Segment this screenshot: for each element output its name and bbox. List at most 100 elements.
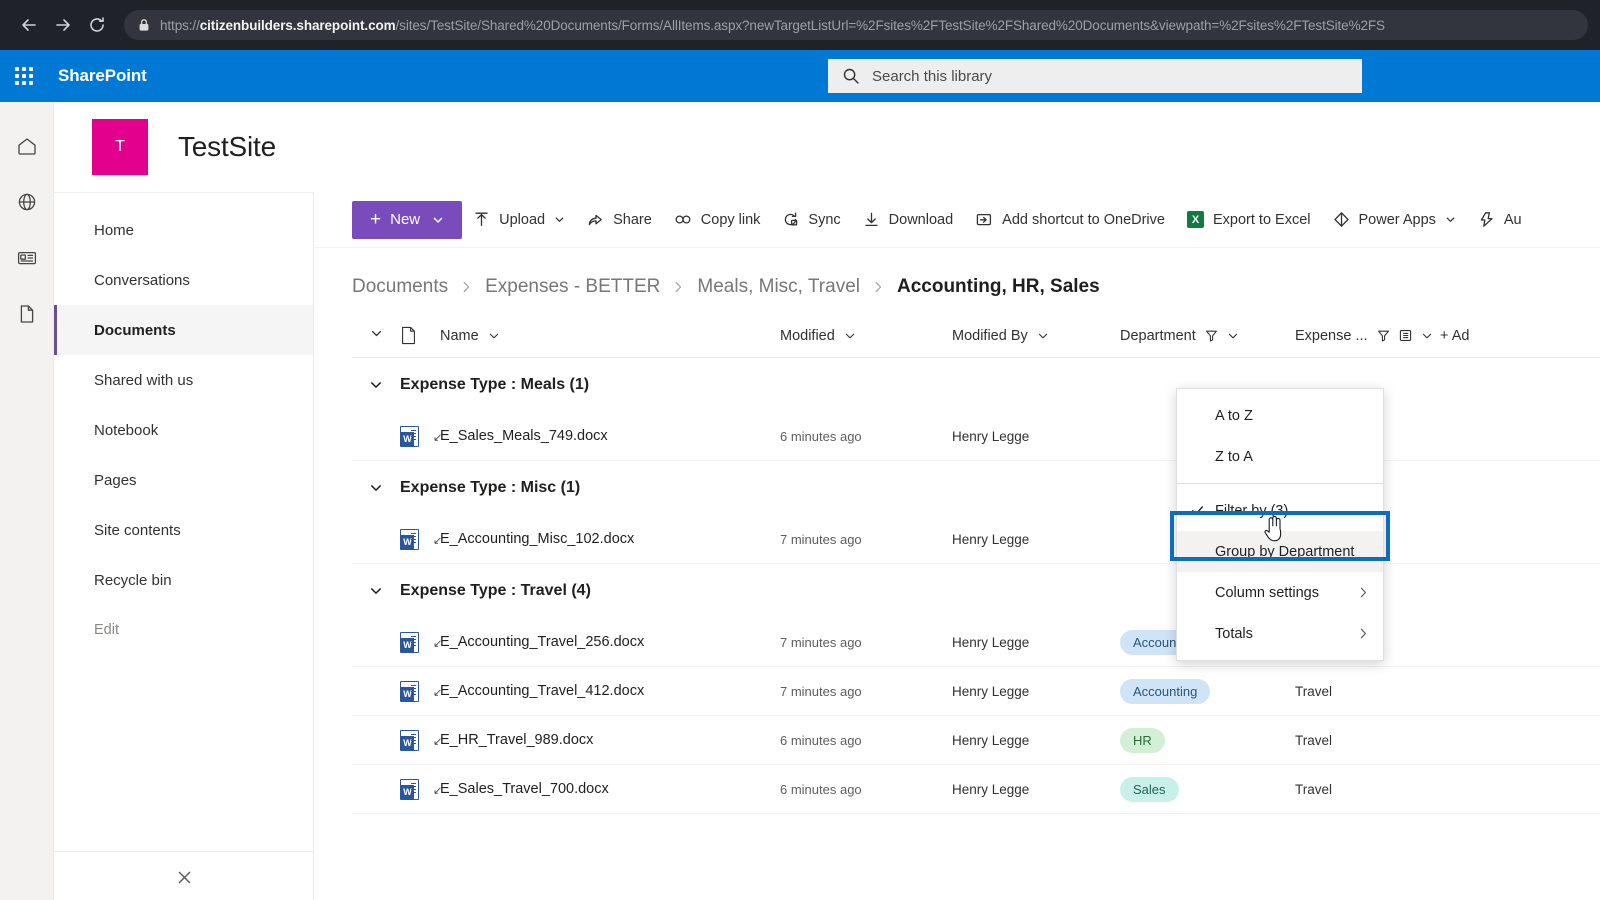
menu-item-a-to-z[interactable]: A to Z: [1177, 395, 1383, 436]
sidebar-item-label: Home: [94, 222, 134, 239]
chevron-down-icon[interactable]: [352, 584, 400, 598]
close-icon[interactable]: [54, 869, 314, 886]
shortcut-arrow-icon: ↙: [433, 637, 442, 650]
chevron-down-icon[interactable]: [352, 481, 400, 495]
sidebar-item-recycle-bin[interactable]: Recycle bin: [54, 555, 313, 605]
sidebar-item-notebook[interactable]: Notebook: [54, 405, 313, 455]
file-name: E_Accounting_Travel_256.docx: [440, 634, 644, 650]
column-header-department[interactable]: Department: [1120, 328, 1295, 344]
new-button[interactable]: + New: [352, 201, 462, 239]
url-bar[interactable]: https://citizenbuilders.sharepoint.com/s…: [124, 10, 1588, 40]
status-badge: HR: [1120, 728, 1165, 753]
chevron-down-icon[interactable]: [352, 378, 400, 392]
power-apps-button[interactable]: Power Apps: [1322, 200, 1467, 240]
group-header-row[interactable]: Expense Type : Meals (1): [352, 358, 1600, 412]
modified-cell: 6 minutes ago: [780, 782, 952, 797]
sidebar-item-shared-with-us[interactable]: Shared with us: [54, 355, 313, 405]
sidebar-item-pages[interactable]: Pages: [54, 455, 313, 505]
sidebar-edit-button[interactable]: Edit: [54, 605, 313, 655]
group-header-row[interactable]: Expense Type : Travel (4): [352, 564, 1600, 618]
breadcrumb-item-expenses[interactable]: Expenses - BETTER: [485, 276, 660, 298]
forward-arrow-icon[interactable]: [46, 8, 80, 42]
breadcrumb: Documents Expenses - BETTER Meals, Misc,…: [314, 248, 1600, 314]
automate-button[interactable]: Au: [1467, 200, 1533, 240]
back-arrow-icon[interactable]: [12, 8, 46, 42]
app-launcher-icon[interactable]: [0, 50, 48, 102]
automate-label: Au: [1504, 212, 1522, 228]
column-header-modified[interactable]: Modified: [780, 328, 952, 344]
news-icon[interactable]: [0, 230, 54, 286]
add-shortcut-label: Add shortcut to OneDrive: [1002, 212, 1165, 228]
download-button[interactable]: Download: [852, 200, 965, 240]
table-row[interactable]: ↙ E_Accounting_Misc_102.docx 7 minutes a…: [352, 515, 1600, 564]
file-name-cell[interactable]: ↙ E_Sales_Meals_749.docx: [440, 428, 780, 444]
main-content: + New Upload Share Copy link: [314, 192, 1600, 900]
share-label: Share: [613, 212, 652, 228]
menu-item-z-to-a[interactable]: Z to A: [1177, 436, 1383, 477]
upload-button[interactable]: Upload: [462, 200, 576, 240]
search-box[interactable]: [828, 59, 1362, 93]
chevron-down-icon: [370, 327, 383, 344]
table-row[interactable]: ↙ E_HR_Travel_989.docx 6 minutes ago Hen…: [352, 716, 1600, 765]
url-scheme: https://: [160, 18, 200, 33]
file-name: E_Accounting_Travel_412.docx: [440, 683, 644, 699]
new-button-label: New: [390, 211, 420, 228]
export-to-excel-button[interactable]: X Export to Excel: [1176, 200, 1322, 240]
sidebar-item-label: Pages: [94, 472, 137, 489]
table-row[interactable]: ↙ E_Sales_Meals_749.docx 6 minutes ago H…: [352, 412, 1600, 461]
sidebar-item-conversations[interactable]: Conversations: [54, 255, 313, 305]
modified-by-cell: Henry Legge: [952, 532, 1120, 547]
home-icon[interactable]: [0, 118, 54, 174]
file-name-cell[interactable]: ↙ E_HR_Travel_989.docx: [440, 732, 780, 748]
filter-icon: [1377, 329, 1390, 342]
expand-all-toggle[interactable]: [352, 327, 400, 344]
page-title[interactable]: TestSite: [178, 131, 276, 163]
expense-type-cell: Travel: [1295, 733, 1440, 748]
sharepoint-brand[interactable]: SharePoint: [58, 66, 147, 86]
file-name-cell[interactable]: ↙ E_Sales_Travel_700.docx: [440, 781, 780, 797]
file-name: E_Sales_Meals_749.docx: [440, 428, 608, 444]
share-button[interactable]: Share: [576, 200, 663, 240]
modified-by-cell: Henry Legge: [952, 684, 1120, 699]
sidebar-item-label: Recycle bin: [94, 572, 172, 589]
upload-icon: [473, 211, 490, 228]
globe-icon[interactable]: [0, 174, 54, 230]
copy-link-label: Copy link: [701, 212, 761, 228]
column-header-expense-type[interactable]: Expense ...: [1295, 328, 1440, 344]
file-name-cell[interactable]: ↙ E_Accounting_Travel_412.docx: [440, 683, 780, 699]
file-type-icon[interactable]: [400, 326, 440, 345]
checkmark-icon: [1190, 503, 1205, 518]
power-apps-label: Power Apps: [1359, 212, 1436, 228]
shortcut-arrow-icon: ↙: [433, 431, 442, 444]
breadcrumb-item-meals-misc-travel[interactable]: Meals, Misc, Travel: [697, 276, 860, 298]
sidebar-item-home[interactable]: Home: [54, 205, 313, 255]
chevron-down-icon: [488, 330, 500, 342]
menu-item-totals[interactable]: Totals: [1177, 613, 1383, 654]
group-header-row[interactable]: Expense Type : Misc (1): [352, 461, 1600, 515]
plus-icon: +: [370, 210, 381, 229]
reload-icon[interactable]: [80, 8, 114, 42]
table-row[interactable]: ↙ E_Accounting_Travel_256.docx 7 minutes…: [352, 618, 1600, 667]
table-row[interactable]: ↙ E_Accounting_Travel_412.docx 7 minutes…: [352, 667, 1600, 716]
file-name-cell[interactable]: ↙ E_Accounting_Travel_256.docx: [440, 634, 780, 650]
sync-button[interactable]: Sync: [771, 200, 851, 240]
add-column-button[interactable]: + Ad: [1440, 328, 1560, 344]
file-name: E_Sales_Travel_700.docx: [440, 781, 609, 797]
chevron-right-icon: [1358, 627, 1369, 640]
sidebar-item-documents[interactable]: Documents: [54, 305, 313, 355]
column-header-name[interactable]: Name: [440, 328, 780, 344]
table-row[interactable]: ↙ E_Sales_Travel_700.docx 6 minutes ago …: [352, 765, 1600, 814]
column-header-modified-by[interactable]: Modified By: [952, 328, 1120, 344]
modified-cell: 6 minutes ago: [780, 429, 952, 444]
document-icon[interactable]: [0, 286, 54, 342]
sidebar-item-site-contents[interactable]: Site contents: [54, 505, 313, 555]
sync-icon: [782, 211, 799, 228]
chevron-down-icon: [1227, 330, 1239, 342]
menu-item-column-settings[interactable]: Column settings: [1177, 572, 1383, 613]
lock-icon: [138, 18, 150, 32]
file-name-cell[interactable]: ↙ E_Accounting_Misc_102.docx: [440, 531, 780, 547]
breadcrumb-item-documents[interactable]: Documents: [352, 276, 448, 298]
add-shortcut-to-onedrive-button[interactable]: Add shortcut to OneDrive: [964, 200, 1176, 240]
search-input[interactable]: [872, 68, 1348, 85]
copy-link-button[interactable]: Copy link: [663, 200, 772, 240]
